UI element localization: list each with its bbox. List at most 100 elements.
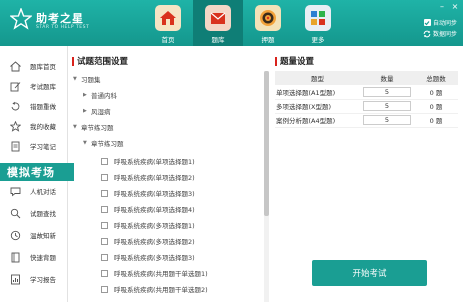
leaf-checkbox[interactable] [101,269,108,277]
expanded-arrow-icon[interactable]: ▼ [73,124,81,130]
tree-leaf-label: 呼吸系统疾病(单项选择题3) [114,190,195,198]
question-type: 多项选择题(X型题) [275,99,360,114]
total-cell: 0 题 [414,99,458,114]
tree-leaf[interactable]: 呼吸系统疾病(单项选择题3) [71,185,259,201]
nav-prediction[interactable]: 押题 [243,0,293,46]
header-count: 数量 [360,71,414,85]
question-type: 案例分析题(A4型题) [275,113,360,128]
header-total: 总题数 [414,71,458,85]
tree-node-label: 风湿病 [91,108,111,116]
minimize-icon[interactable]: – [438,3,446,11]
tree-scrollbar[interactable] [264,71,269,302]
tree-node-label: 习题集 [81,76,101,84]
sidebar-item-mock-exam[interactable]: 模拟考场 [0,163,74,181]
tree-leaf-label: 呼吸系统疾病(多项选择题2) [114,238,195,246]
close-icon[interactable]: × [451,3,459,11]
sidebar-item-quick-memorize[interactable]: 快速背题 [0,248,68,266]
sidebar-item-report[interactable]: 学习报告 [0,270,68,288]
count-cell [360,113,414,128]
report-icon [11,274,20,284]
nav-label: 首页 [161,36,175,44]
tree-node[interactable]: ▶ 风湿病 [71,103,259,119]
tree-leaf[interactable]: 呼吸系统疾病(单项选择题1) [71,153,259,169]
leaf-checkbox[interactable] [101,221,108,229]
leaf-checkbox[interactable] [101,237,108,245]
count-input[interactable] [363,101,411,111]
sync-icon [423,30,431,37]
sidebar-item-dialogue[interactable]: 人机对话 [0,182,68,200]
table-header-row: 题型 数量 总题数 [275,71,458,85]
sidebar-item-label: 试题查找 [30,210,56,218]
leaf-checkbox[interactable] [101,173,108,181]
count-cell [360,99,414,114]
tree-leaf[interactable]: 呼吸系统疾病(多项选择题3) [71,249,259,265]
tree-node[interactable]: ▼ 习题集 [71,71,259,87]
tree-leaf[interactable]: 呼吸系统疾病(单项选择题2) [71,169,259,185]
sidebar-item-bank-home[interactable]: 题库首页 [0,57,68,75]
tree-node[interactable]: ▼ 章节练习题 [71,119,259,135]
data-sync-button[interactable]: 数据同步 [423,29,457,38]
sidebar-item-label: 考试题库 [30,83,56,91]
expanded-arrow-icon[interactable]: ▼ [83,140,91,146]
leaf-checkbox[interactable] [101,157,108,165]
sidebar-item-review[interactable]: 温故知新 [0,226,68,244]
tree-leaf[interactable]: 呼吸系统疾病(共用题干单选题1) [71,265,259,281]
tree-leaf[interactable]: 呼吸系统疾病(多项选择题2) [71,233,259,249]
sidebar-item-exam-bank[interactable]: 考试题库 [0,77,68,95]
total-cell: 0 题 [414,85,458,100]
start-exam-button[interactable]: 开始考试 [312,260,427,286]
tree-leaf[interactable]: 呼吸系统疾病(多项选择题1) [71,217,259,233]
collapsed-arrow-icon[interactable]: ▶ [83,92,91,98]
sidebar-item-redo-wrong[interactable]: 错题重做 [0,97,68,115]
redo-icon [11,101,20,110]
scope-tree: ▼ 习题集 ▶ 普通内科 ▶ 风湿病 ▼ 章节练习题 ▼ 章节练习题 呼吸系统疾… [71,71,265,302]
scrollbar-thumb[interactable] [264,71,269,216]
nav-label: 题库 [211,36,225,44]
tree-leaf[interactable]: 呼吸系统疾病(单项选择题4) [71,201,259,217]
checkbox-checked-icon[interactable] [423,19,431,26]
table-row: 案例分析题(A4型题) 0 题 [275,113,458,128]
home-icon [155,5,181,31]
leaf-checkbox[interactable] [101,205,108,213]
table-row: 单项选择题(A1型题) 0 题 [275,85,458,100]
target-icon [255,5,281,31]
more-apps-icon [305,5,331,31]
chat-icon [10,187,21,196]
top-nav: 首页 题库 押题 更多 [143,0,343,46]
auto-sync-toggle[interactable]: 自动同步 [423,18,457,27]
data-sync-label: 数据同步 [432,31,457,38]
nav-label: 更多 [311,36,325,44]
expanded-arrow-icon[interactable]: ▼ [73,76,81,82]
sidebar-item-label: 题库首页 [30,63,56,71]
tree-node-label: 普通内科 [91,92,117,100]
sidebar-item-label: 学习笔记 [30,143,56,151]
nav-more[interactable]: 更多 [293,0,343,46]
note-icon [11,141,20,151]
sidebar-item-search[interactable]: 试题查找 [0,204,68,222]
sidebar-item-label: 学习报告 [30,276,56,284]
window-controls: – × [438,3,459,11]
tree-leaf-label: 呼吸系统疾病(共用题干单选题2) [114,286,208,294]
app-logo: 助考之星 STAR TO HELP TEST [10,8,110,38]
top-header: 助考之星 STAR TO HELP TEST 首页 题库 押题 更多 – × 自… [0,0,463,46]
tree-leaf-label: 呼吸系统疾病(多项选择题1) [114,222,195,230]
leaf-checkbox[interactable] [101,285,108,293]
leaf-checkbox[interactable] [101,189,108,197]
tree-leaf[interactable]: 呼吸系统疾病(共用题干单选题2) [71,281,259,297]
count-input[interactable] [363,115,411,125]
tree-node[interactable]: ▶ 普通内科 [71,87,259,103]
tree-node-label: 章节练习题 [91,140,124,148]
leaf-checkbox[interactable] [101,253,108,261]
tree-leaf-label: 呼吸系统疾病(单项选择题4) [114,206,195,214]
sidebar-item-notes[interactable]: 学习笔记 [0,137,68,155]
home-icon [10,60,21,71]
tree-node[interactable]: ▼ 章节练习题 [71,135,259,151]
nav-home[interactable]: 首页 [143,0,193,46]
count-input[interactable] [363,86,411,97]
scope-title-text: 试题范围设置 [77,57,129,67]
collapsed-arrow-icon[interactable]: ▶ [83,108,91,114]
sidebar-item-favorites[interactable]: 我的收藏 [0,117,68,135]
nav-question-bank[interactable]: 题库 [193,0,243,46]
book-icon [11,252,20,262]
app-name: 助考之星 [36,12,84,25]
